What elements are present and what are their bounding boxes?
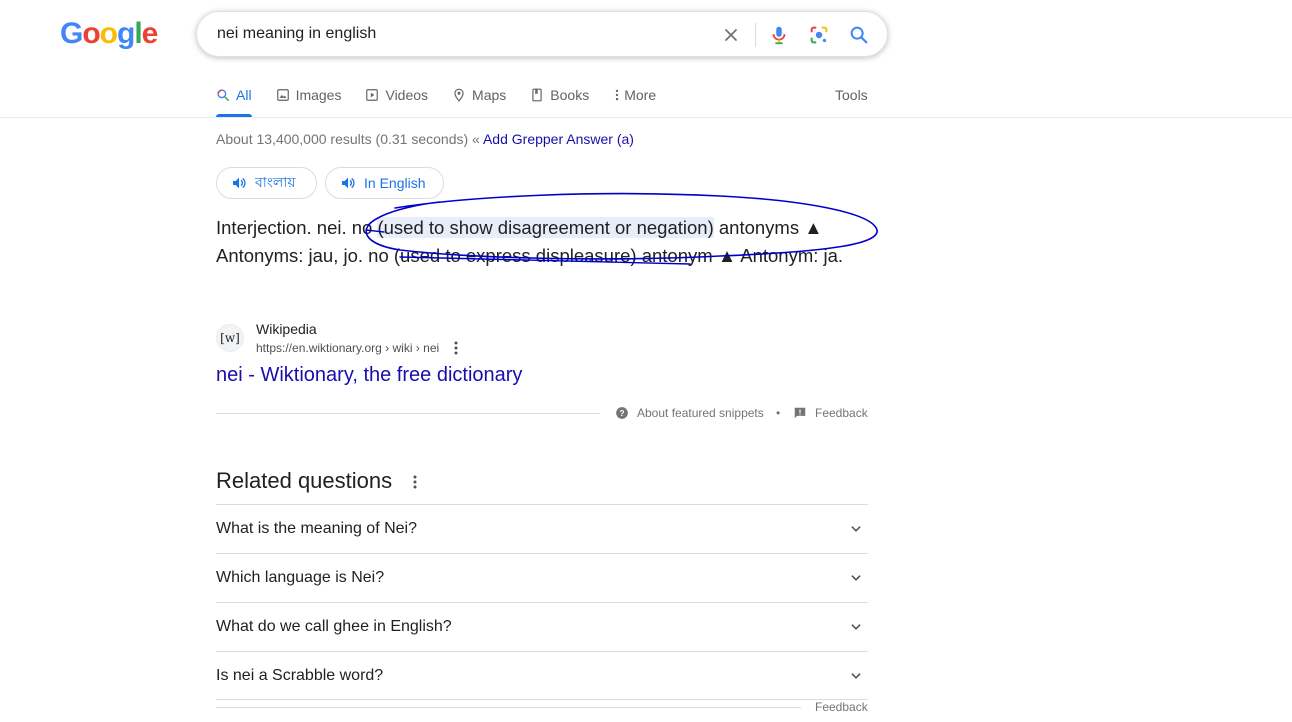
- wikipedia-favicon: [w]: [216, 324, 244, 352]
- tab-label: Images: [295, 86, 342, 103]
- search-tabs: All Images Videos Maps Books More: [216, 86, 680, 117]
- definition-highlight: (used to show disagreement or negation): [377, 217, 714, 238]
- definition-text: no: [351, 217, 378, 238]
- feedback-link[interactable]: Feedback: [793, 406, 868, 420]
- tab-label: More: [624, 86, 657, 103]
- logo-letter: g: [117, 17, 135, 50]
- related-question[interactable]: Which language is Nei?: [216, 553, 868, 602]
- tools-button[interactable]: Tools: [835, 87, 868, 103]
- tab-images[interactable]: Images: [276, 86, 342, 103]
- search-divider: [755, 23, 756, 47]
- featured-snippet-definition: Interjection. nei. no (used to show disa…: [216, 214, 876, 270]
- microphone-icon[interactable]: [767, 23, 791, 47]
- feedback-icon: [794, 407, 806, 419]
- related-questions-list: What is the meaning of Nei? Which langua…: [216, 504, 868, 700]
- tab-more[interactable]: More: [613, 86, 656, 103]
- tab-books[interactable]: Books: [530, 86, 589, 103]
- question-text: What do we call ghee in English?: [216, 618, 452, 635]
- related-question[interactable]: What is the meaning of Nei?: [216, 504, 868, 553]
- logo-letter: o: [99, 17, 118, 50]
- tab-videos[interactable]: Videos: [365, 86, 428, 103]
- pill-label: In English: [364, 175, 426, 191]
- related-questions-title: Related questions: [216, 468, 393, 493]
- divider: [216, 707, 801, 708]
- chevron-down-icon: [844, 566, 868, 590]
- map-pin-icon: [454, 88, 464, 102]
- about-snippets-label: About featured snippets: [637, 406, 764, 420]
- search-input[interactable]: [217, 12, 697, 56]
- logo-letter: l: [134, 17, 142, 50]
- source-name[interactable]: Wikipedia: [256, 321, 317, 337]
- more-options-icon[interactable]: [449, 339, 463, 357]
- result-stats-text: About 13,400,000 results (0.31 seconds) …: [216, 131, 483, 147]
- question-text: Which language is Nei?: [216, 569, 385, 586]
- feedback-link[interactable]: Feedback: [815, 700, 868, 714]
- chevron-down-icon: [844, 615, 868, 639]
- definition-text: Interjection. nei.: [216, 217, 352, 238]
- divider: [216, 413, 600, 414]
- pill-label: বাংলায়: [255, 174, 296, 190]
- speaker-icon: [342, 177, 355, 189]
- image-icon: [276, 88, 289, 101]
- chevron-down-icon: [844, 517, 868, 541]
- feedback-label: Feedback: [815, 406, 868, 420]
- video-icon: [366, 88, 379, 101]
- about-featured-snippets-link[interactable]: ? About featured snippets: [615, 406, 764, 420]
- tab-label: Videos: [385, 86, 429, 103]
- separator-dot: •: [776, 406, 781, 420]
- logo-letter: o: [82, 17, 100, 50]
- result-title-link[interactable]: nei - Wiktionary, the free dictionary: [216, 364, 522, 387]
- speaker-icon: [233, 177, 246, 189]
- add-grepper-answer-link[interactable]: Add Grepper Answer (a): [483, 131, 634, 147]
- related-question[interactable]: What do we call ghee in English?: [216, 602, 868, 651]
- search-icon: [217, 88, 230, 101]
- clear-icon[interactable]: [719, 23, 743, 47]
- tab-label: Books: [550, 86, 590, 103]
- help-icon: ?: [616, 407, 628, 419]
- tab-label: All: [236, 86, 252, 103]
- tab-maps[interactable]: Maps: [452, 86, 506, 103]
- question-text: Is nei a Scrabble word?: [216, 666, 384, 684]
- related-question[interactable]: Is nei a Scrabble word?: [216, 651, 868, 700]
- more-options-icon[interactable]: [408, 473, 422, 491]
- result-stats: About 13,400,000 results (0.31 seconds) …: [216, 131, 634, 147]
- search-box: [196, 11, 888, 57]
- search-icon[interactable]: [847, 23, 871, 47]
- listen-english-button[interactable]: In English: [325, 167, 444, 199]
- svg-text:?: ?: [620, 409, 625, 418]
- tab-label: Maps: [472, 86, 507, 103]
- question-text: What is the meaning of Nei?: [216, 520, 417, 537]
- source-url[interactable]: https://en.wiktionary.org › wiki › nei: [256, 341, 439, 355]
- listen-bangla-button[interactable]: বাংলায়: [216, 167, 317, 199]
- camera-lens-icon[interactable]: [807, 23, 831, 47]
- chevron-down-icon: [844, 664, 868, 688]
- logo-letter: G: [60, 17, 83, 50]
- more-vert-icon: [616, 89, 619, 100]
- tab-all[interactable]: All: [216, 86, 252, 103]
- book-icon: [532, 88, 542, 101]
- header-divider: [0, 117, 1292, 118]
- logo-letter: e: [141, 17, 159, 50]
- google-logo[interactable]: Google: [60, 17, 159, 51]
